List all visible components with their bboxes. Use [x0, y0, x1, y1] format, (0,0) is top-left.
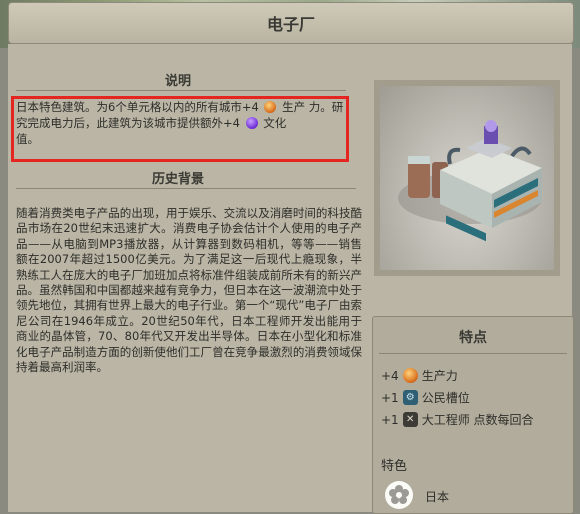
trait-amount: +1: [381, 412, 399, 427]
trait-great-engineer: +1 ✕ 大工程师 点数每回合: [381, 411, 534, 428]
trait-amount: +1: [381, 390, 399, 405]
traits-panel: 特点 +4 生产力 +1 ⚙ 公民槽位 +1 ✕ 大工程师 点数每回合 特色 日…: [372, 316, 574, 514]
great-engineer-icon: ✕: [402, 412, 418, 427]
citizen-slot-icon: ⚙: [402, 390, 418, 405]
trait-label: 公民槽位: [421, 391, 470, 405]
civilopedia-page: 说明 日本特色建筑。为6个单元格以内的所有城市+4 生产 力。研究完成电力后，此…: [8, 44, 574, 514]
trait-citizen-slot: +1 ⚙ 公民槽位: [381, 389, 470, 406]
title-bar: 电子厂: [8, 2, 574, 44]
production-icon: [402, 368, 418, 383]
civilization-name[interactable]: 日本: [425, 488, 449, 505]
building-illustration: [374, 80, 560, 276]
electronics-factory-icon: [398, 120, 542, 242]
history-text: 随着消费类电子产品的出现，用于娱乐、交流以及消磨时间的科技酷品市场在20世纪末迅…: [16, 206, 362, 375]
divider: [379, 353, 567, 354]
trait-label: 生产力: [421, 369, 458, 383]
page-title: 电子厂: [266, 15, 315, 34]
trait-production: +4 生产力: [381, 367, 458, 384]
divider: [16, 90, 346, 91]
traits-title: 特点: [459, 330, 487, 346]
divider: [16, 188, 356, 189]
history-heading: 历史背景: [151, 172, 204, 187]
feature-label: 特色: [381, 459, 408, 474]
trait-label: 大工程师 点数每回合: [421, 413, 534, 427]
highlight-box: [11, 96, 349, 162]
japan-emblem-icon[interactable]: [385, 481, 413, 509]
description-heading: 说明: [164, 74, 191, 89]
trait-amount: +4: [381, 368, 399, 383]
